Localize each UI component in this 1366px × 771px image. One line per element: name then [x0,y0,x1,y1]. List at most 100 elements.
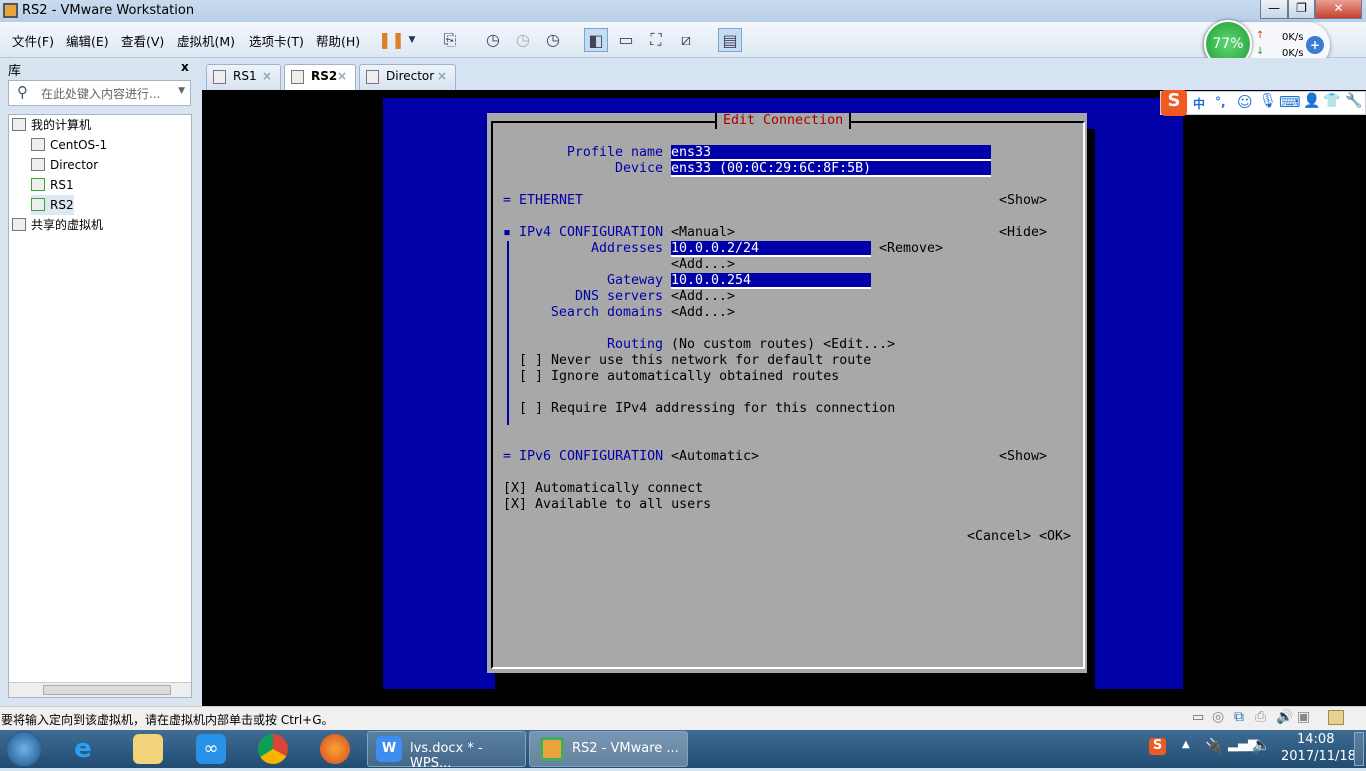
snapshot-manager-icon[interactable]: ◷ [541,28,565,52]
all-users-checkbox[interactable]: [X] Available to all users [503,497,711,513]
tree-item-rs2[interactable]: RS2 [31,195,74,215]
library-toggle-icon[interactable]: ▤ [718,28,742,52]
sogou-tray-icon[interactable]: S [1149,738,1166,755]
clock-date[interactable]: 2017/11/18 [1281,749,1356,764]
emoji-icon[interactable]: ☺ [1237,93,1253,111]
taskbar-wps-button[interactable]: Wlvs.docx * - WPS... [367,731,526,771]
vm-running-icon [31,178,45,191]
hard-disk-icon[interactable]: ▭ [1192,710,1204,725]
add-address-button[interactable]: <Add...> [671,257,735,273]
require-ipv4-checkbox[interactable]: [ ] Require IPv4 addressing for this con… [519,401,895,417]
restore-button[interactable]: ❐ [1288,0,1315,19]
vm-running-icon [31,198,45,211]
clock-time[interactable]: 14:08 [1297,732,1334,747]
ethernet-show-button[interactable]: <Show> [999,193,1047,209]
message-log-icon[interactable] [1328,710,1344,725]
menu-tabs[interactable]: 选项卡(T) [249,31,304,50]
tab-rs2[interactable]: RS2 × [284,64,356,90]
close-tab-icon[interactable]: × [437,69,447,83]
library-title: 库 [8,64,22,79]
thumbnail-icon[interactable]: ▭ [614,28,638,52]
plus-icon[interactable]: + [1306,36,1324,54]
volume-icon[interactable]: 🔈 [1252,736,1271,754]
remove-address-button[interactable]: <Remove> [879,241,943,257]
routing-edit-button[interactable]: (No custom routes) <Edit...> [671,337,895,353]
device-input[interactable]: ens33 (00:0C:29:6C:8F:5B) [671,161,991,177]
printer-icon[interactable]: ⎙ [1255,709,1266,725]
skin-shirt-icon[interactable]: 👕 [1323,93,1340,109]
send-keys-icon[interactable]: ⎘ [438,28,462,52]
power-icon[interactable]: 🔌 [1205,737,1224,755]
cd-dvd-icon[interactable]: ◎ [1212,709,1224,725]
menu-edit[interactable]: 编辑(E) [66,31,109,50]
minimize-button[interactable]: — [1260,0,1288,19]
start-button[interactable] [6,731,42,767]
tree-item-rs1[interactable]: RS1 [31,175,74,195]
library-close-button[interactable]: x [181,60,189,74]
tree-item-shared-vms[interactable]: 共享的虚拟机 [12,215,103,235]
add-search-domain-button[interactable]: <Add...> [671,305,735,321]
never-default-route-checkbox[interactable]: [ ] Never use this network for default r… [519,353,871,369]
wrench-icon[interactable]: 🔧 [1345,93,1362,109]
keyboard-icon[interactable]: ⌨ [1279,93,1301,111]
close-tab-icon[interactable]: × [262,69,272,83]
tree-item-director[interactable]: Director [31,155,98,175]
sound-icon[interactable]: 🔊 [1276,709,1293,725]
user-icon[interactable]: 👤 [1303,93,1320,109]
microphone-icon[interactable]: 🎙 [1259,93,1277,109]
close-tab-icon[interactable]: × [337,69,347,83]
file-explorer-icon[interactable] [133,734,163,764]
show-desktop-button[interactable] [1354,732,1364,766]
ipv4-mode-button[interactable]: <Manual> [671,225,735,241]
menu-vm[interactable]: 虚拟机(M) [177,31,235,50]
vm-icon [291,70,304,84]
vm-tree: 我的计算机 CentOS-1 Director RS1 RS2 共享的虚拟机 [8,114,192,698]
chevron-down-icon[interactable]: ▼ [178,86,185,96]
ipv6-show-button[interactable]: <Show> [999,449,1047,465]
profile-name-input[interactable]: ens33 [671,145,991,161]
auto-connect-checkbox[interactable]: [X] Automatically connect [503,481,703,497]
tab-director[interactable]: Director × [359,64,456,90]
address-input[interactable]: 10.0.0.2/24 [671,241,871,257]
unity-icon[interactable]: ⧄ [674,28,698,52]
ime-language-toggle[interactable]: 中 [1193,95,1205,112]
horizontal-scrollbar[interactable] [9,682,191,697]
library-search-input[interactable]: ⚲ 在此处键入内容进行... ▼ [8,80,191,106]
baidu-netdisk-icon[interactable]: ∞ [196,734,226,764]
windows-taskbar: e ∞ Wlvs.docx * - WPS... RS2 - VMware ..… [0,730,1366,771]
taskbar-vmware-button[interactable]: RS2 - VMware ... [529,731,688,767]
ipv6-mode-button[interactable]: <Automatic> [671,449,759,465]
ipv4-hide-button[interactable]: <Hide> [999,225,1047,241]
addresses-label: Addresses [590,241,663,256]
vmware-icon [540,737,564,761]
show-hidden-icons-icon[interactable]: ▲ [1182,739,1190,750]
ignore-routes-checkbox[interactable]: [ ] Ignore automatically obtained routes [519,369,839,385]
tab-rs1[interactable]: RS1 × [206,64,281,90]
pause-icon[interactable]: ❚❚ [378,28,405,52]
gateway-input[interactable]: 10.0.0.254 [671,273,871,289]
close-button[interactable]: ✕ [1315,0,1362,19]
tree-item-centos-1[interactable]: CentOS-1 [31,135,107,155]
camera-icon[interactable]: ▣ [1297,709,1310,725]
revert-snapshot-icon[interactable]: ◷ [511,28,535,52]
internet-explorer-icon[interactable]: e [68,734,98,764]
menu-view[interactable]: 查看(V) [121,31,164,50]
firefox-icon[interactable] [320,734,350,764]
cancel-button[interactable]: <Cancel> [967,529,1031,545]
dropdown-arrow-icon[interactable]: ▼ [400,28,424,52]
fullscreen-icon[interactable]: ⛶ [644,28,668,52]
add-dns-button[interactable]: <Add...> [671,289,735,305]
ime-punctuation-toggle[interactable]: °, [1215,95,1226,109]
scrollbar-thumb[interactable] [43,685,171,695]
vm-icon [366,70,379,84]
network-adapter-icon[interactable]: ⧉ [1234,709,1244,725]
chrome-icon[interactable] [258,734,288,764]
menu-help[interactable]: 帮助(H) [316,31,360,50]
console-view-icon[interactable]: ◧ [584,28,608,52]
tree-item-my-computer[interactable]: 我的计算机 [12,115,91,135]
snapshot-icon[interactable]: ◷ [481,28,505,52]
ok-button[interactable]: <OK> [1039,529,1071,545]
sogou-logo-icon[interactable]: S [1161,90,1187,116]
menu-file[interactable]: 文件(F) [12,31,54,50]
profile-name-label: Profile name [566,145,663,160]
